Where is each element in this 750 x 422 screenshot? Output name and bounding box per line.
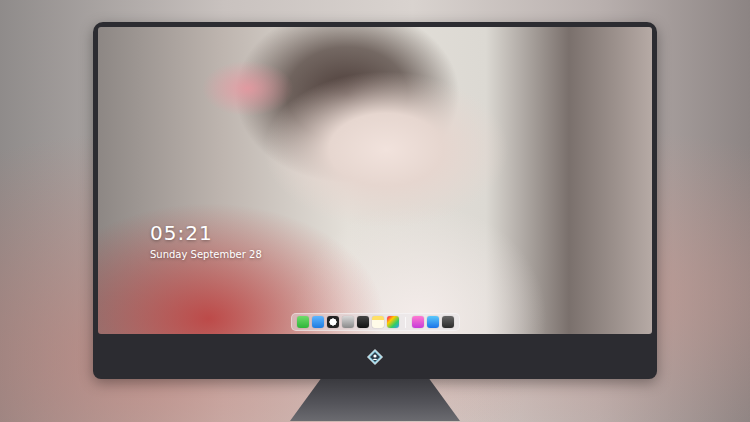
clock-date: Sunday September 28 [150,248,652,261]
mail-icon[interactable] [312,316,324,328]
dock [291,313,460,331]
monitor: 05:21 Sunday September 28 [93,22,657,379]
dock-separator [405,317,406,328]
music-icon[interactable] [412,316,424,328]
camera-icon[interactable] [442,316,454,328]
monitor-stand [290,379,460,421]
dock-row [98,313,652,331]
clock-widget: 05:21 Sunday September 28 [150,221,652,261]
clock-time: 05:21 [150,221,652,245]
photos-icon[interactable] [387,316,399,328]
preview-icon[interactable] [342,316,354,328]
video-icon[interactable] [357,316,369,328]
monitor-chin [98,334,652,379]
lock-screen: 05:21 Sunday September 28 [98,27,652,334]
app-store-icon[interactable] [427,316,439,328]
logo-icon [367,349,383,365]
mockup-stage: 05:21 Sunday September 28 [0,0,750,422]
clock-icon[interactable] [327,316,339,328]
notes-icon[interactable] [372,316,384,328]
messages-icon[interactable] [297,316,309,328]
